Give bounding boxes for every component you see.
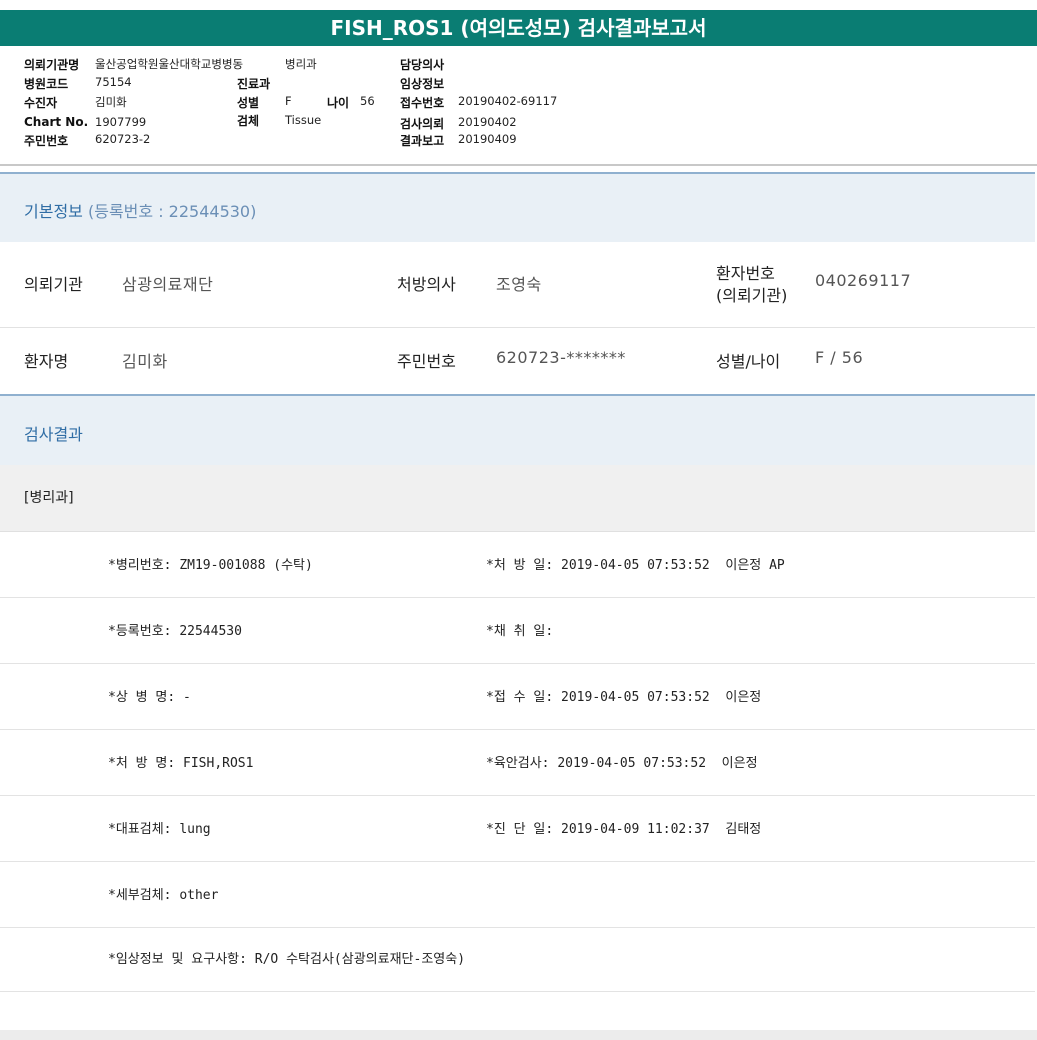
specimen-value: Tissue [285, 113, 322, 127]
age-label: 나이 [327, 96, 350, 110]
basic-info-title: 기본정보 (등록번호 : 22544530) [24, 198, 256, 222]
patient-number-sublabel: (의뢰기관) [716, 286, 788, 305]
basic-info-row-1: 의뢰기관 삼광의료재단 처방의사 조영숙 환자번호 (의뢰기관) 0402691… [0, 242, 1035, 328]
prescribing-doctor-label: 처방의사 [397, 275, 456, 294]
test-request-value: 20190402 [458, 115, 517, 129]
patient-name-value: 김미화 [122, 352, 168, 371]
result-left-text: *임상정보 및 요구사항: R/O 수탁검사(삼광의료재단-조영숙) [108, 952, 466, 967]
result-left-text: *세부검체: other [108, 888, 219, 903]
sex-age-value: F / 56 [815, 348, 864, 367]
receipt-no-label: 접수번호 [400, 96, 445, 110]
patient-number-value: 040269117 [815, 271, 912, 290]
patient-name-label: 환자명 [24, 352, 69, 371]
report-header: 의뢰기관명 울산공업학원울산대학교병병동 병리과 담당의사 병원코드 75154… [0, 50, 1037, 166]
result-right-text: *접 수 일: 2019-04-05 07:53:52 이은정 [486, 690, 762, 705]
registration-number: (등록번호 : 22544530) [87, 202, 257, 221]
age-value: 56 [360, 94, 375, 108]
footer-bar [0, 1030, 1037, 1040]
resident-number-value: 620723-******* [496, 348, 626, 367]
result-right-text: *육안검사: 2019-04-05 07:53:52 이은정 [486, 756, 758, 771]
chart-no-value: 1907799 [95, 115, 147, 129]
result-row: *병리번호: ZM19-001088 (수탁) *처 방 일: 2019-04-… [0, 532, 1035, 598]
department-value: 병리과 [285, 57, 317, 71]
requesting-institution-value: 울산공업학원울산대학교병병동 [95, 57, 244, 71]
basic-info-title-text: 기본정보 [24, 202, 83, 221]
result-row: *세부검체: other [0, 862, 1035, 928]
result-right-text: *진 단 일: 2019-04-09 11:02:37 김태정 [486, 822, 762, 837]
institution-label: 의뢰기관 [24, 275, 83, 294]
sex-label: 성별 [237, 96, 260, 110]
specimen-label: 검체 [237, 114, 260, 128]
result-row: *등록번호: 22544530 *채 취 일: [0, 598, 1035, 664]
result-right-text: *처 방 일: 2019-04-05 07:53:52 이은정 AP [486, 558, 785, 573]
department-row: [병리과] [0, 465, 1035, 532]
resident-number-label: 주민번호 [397, 352, 456, 371]
results-title: 검사결과 [24, 425, 83, 444]
result-right-text: *채 취 일: [486, 624, 554, 639]
sex-value: F [285, 94, 292, 108]
result-row: *대표검체: lung *진 단 일: 2019-04-09 11:02:37 … [0, 796, 1035, 862]
result-report-value: 20190409 [458, 132, 517, 146]
result-row: *상 병 명: - *접 수 일: 2019-04-05 07:53:52 이은… [0, 664, 1035, 730]
hospital-code-label: 병원코드 [24, 77, 69, 91]
patient-label: 수진자 [24, 96, 58, 110]
sex-age-label: 성별/나이 [716, 352, 781, 371]
patient-value: 김미화 [95, 95, 127, 109]
basic-info-row-2: 환자명 김미화 주민번호 620723-******* 성별/나이 F / 56 [0, 328, 1035, 394]
result-left-text: *대표검체: lung [108, 822, 211, 837]
department-label: [병리과] [24, 490, 74, 506]
result-report-label: 결과보고 [400, 134, 445, 148]
prescribing-doctor-value: 조영숙 [496, 275, 542, 294]
result-row: *처 방 명: FISH,ROS1 *육안검사: 2019-04-05 07:5… [0, 730, 1035, 796]
clinical-info-label: 임상정보 [400, 77, 445, 91]
institution-value: 삼광의료재단 [122, 275, 214, 294]
result-left-text: *등록번호: 22544530 [108, 624, 242, 639]
result-left-text: *처 방 명: FISH,ROS1 [108, 756, 254, 771]
result-left-text: *병리번호: ZM19-001088 (수탁) [108, 558, 313, 573]
test-request-label: 검사의뢰 [400, 117, 445, 131]
requesting-institution-label: 의뢰기관명 [24, 58, 80, 72]
clinic-label: 진료과 [237, 77, 271, 91]
resident-no-value: 620723-2 [95, 132, 151, 146]
hospital-code-value: 75154 [95, 75, 132, 89]
result-left-text: *상 병 명: - [108, 690, 191, 705]
attending-doctor-label: 담당의사 [400, 58, 445, 72]
basic-info-header: 기본정보 (등록번호 : 22544530) [0, 172, 1035, 242]
patient-number-label: 환자번호 [716, 264, 775, 283]
report-title: FISH_ROS1 (여의도성모) 검사결과보고서 [0, 10, 1037, 46]
result-row: *임상정보 및 요구사항: R/O 수탁검사(삼광의료재단-조영숙) [0, 926, 1035, 992]
chart-no-label: Chart No. [24, 115, 89, 129]
receipt-no-value: 20190402-69117 [458, 94, 558, 108]
resident-no-label: 주민번호 [24, 134, 69, 148]
results-header: 검사결과 [0, 394, 1035, 465]
